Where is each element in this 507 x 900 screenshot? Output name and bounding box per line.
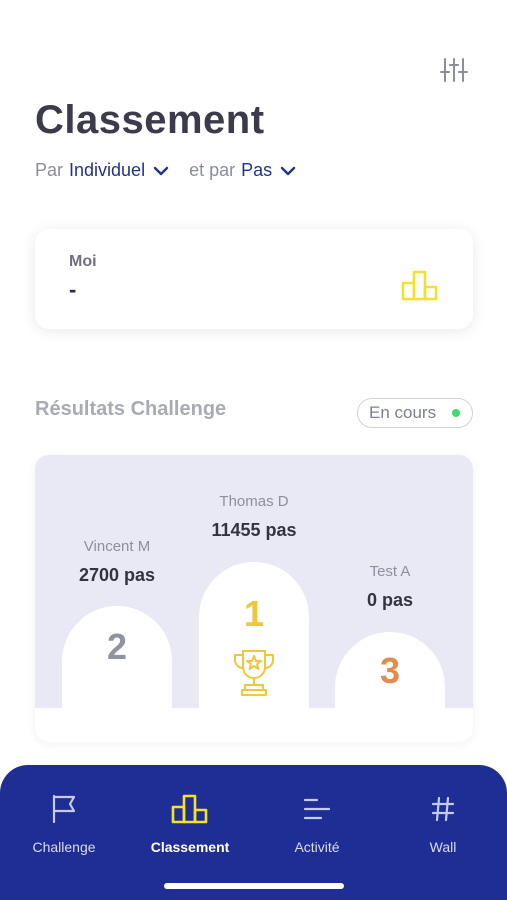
rank-number: 3 [379,650,401,691]
podium-second-info: Vincent M 2700 pas [62,538,172,586]
my-ranking-value: - [69,277,77,302]
filter-metric-value: Pas [241,160,273,180]
status-dot [452,409,460,417]
podium-block-first: 1 [199,562,309,709]
bottom-nav: Challenge Classement Activité Wall [0,765,507,900]
podium-first-info: Thomas D 11455 pas [199,493,309,541]
podium-floor [35,708,473,742]
podium-card: Vincent M 2700 pas 2 Thomas D 11455 pas … [35,455,473,742]
nav-label: Classement [150,839,230,855]
my-ranking-card[interactable]: Moi - [35,229,473,329]
page-title: Classement [35,98,265,142]
podium-icon [171,794,208,824]
nav-item-challenge[interactable]: Challenge [9,791,119,855]
participant-name: Vincent M [83,538,151,555]
filter-group-value: Individuel [69,160,146,180]
filter-settings-button[interactable] [438,54,470,86]
nav-label: Challenge [32,839,96,855]
filter-metric-dropdown[interactable]: Pas [241,160,296,181]
nav-item-wall[interactable]: Wall [388,791,498,855]
podium-block-third: 3 [335,632,445,709]
trophy-icon [234,649,274,696]
results-section-title: Résultats Challenge [35,398,227,420]
status-badge: En cours [357,398,473,428]
nav-item-classement[interactable]: Classement [135,791,245,855]
chevron-down-icon [153,166,169,175]
hash-icon [431,796,455,822]
participant-score: 2700 pas [78,565,156,585]
nav-label: Wall [429,839,457,855]
filter-prefix-1: Par [35,160,64,180]
filter-group-dropdown[interactable]: Individuel [69,160,169,181]
participant-score: 11455 pas [211,520,297,540]
nav-item-activite[interactable]: Activité [262,791,372,855]
participant-score: 0 pas [366,590,414,610]
nav-label: Activité [294,839,340,855]
my-ranking-label: Moi [69,253,97,270]
flag-icon [52,794,76,824]
lines-icon [303,798,331,820]
podium-icon [401,270,438,301]
rank-number: 2 [106,626,128,667]
participant-name: Thomas D [219,493,289,510]
podium-third-info: Test A 0 pas [335,563,445,611]
podium-block-second: 2 [62,606,172,709]
rank-number: 1 [243,592,265,634]
home-indicator[interactable] [164,883,344,889]
filter-prefix-2: et par [189,160,236,180]
participant-name: Test A [369,563,411,580]
sliders-icon [440,58,468,82]
filter-bar: Par Individuel et par Pas [35,160,296,181]
status-label: En cours [369,403,437,422]
chevron-down-icon [280,166,296,175]
